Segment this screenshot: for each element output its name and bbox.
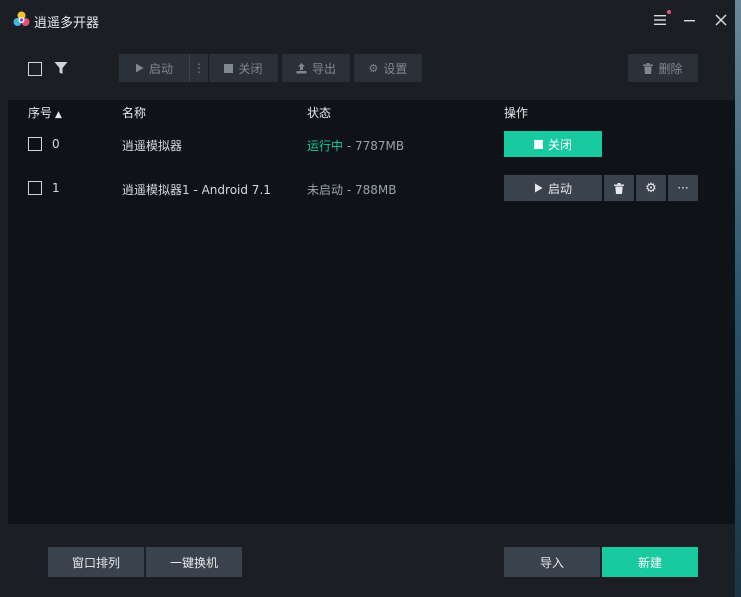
row-checkbox[interactable] [28,181,42,195]
row-close-label: 关闭 [547,137,572,152]
window-arrange-button[interactable]: 窗口排列 [48,547,144,577]
instance-table: 0 逍遥模拟器 运行中 - 7787MB 关闭 1 逍遥模拟器1 - Andro… [8,122,735,524]
footer-bar: 窗口排列 一键换机 导入 新建 [0,524,735,597]
column-header-ops: 操作 [504,106,529,120]
row-index: 0 [52,137,60,151]
stop-icon [224,63,234,73]
column-header-status: 状态 [307,106,332,120]
toolbar-delete-button[interactable]: 删除 [628,54,698,82]
import-button[interactable]: 导入 [504,547,600,577]
select-all-checkbox[interactable] [28,62,42,76]
close-icon[interactable] [711,10,731,30]
row-start-button[interactable]: 启动 [504,175,602,201]
toolbar-export-button[interactable]: 导出 [282,54,350,82]
row-close-button[interactable]: 关闭 [504,131,602,157]
status-running-text: 运行中 [307,139,344,153]
filter-icon[interactable] [54,61,68,75]
more-vertical-icon: ⋮ [193,61,205,75]
row-name: 逍遥模拟器1 - Android 7.1 [122,183,271,197]
row-status: 未启动 - 788MB [307,181,396,198]
trash-icon [614,182,624,194]
play-icon [534,183,543,193]
toolbar-export-label: 导出 [311,61,336,76]
row-checkbox[interactable] [28,137,42,151]
gear-icon: ⚙ [368,61,379,75]
status-memory-text: - 788MB [343,183,397,197]
title-bar[interactable]: 逍遥多开器 [0,0,735,40]
column-header-index-label: 序号 [28,106,53,120]
toolbar-settings-button[interactable]: ⚙ 设置 [354,54,422,82]
app-title: 逍遥多开器 [34,16,100,31]
gear-icon: ⚙ [645,180,657,196]
toolbar-delete-label: 删除 [658,61,683,76]
row-name: 逍遥模拟器 [122,139,183,153]
trash-icon [643,62,654,74]
toolbar-close-label: 关闭 [238,61,263,76]
new-instance-button[interactable]: 新建 [602,547,698,577]
sort-ascending-icon: ▲ [55,110,62,120]
status-stopped-text: 未启动 [307,183,344,197]
toolbar-more-button[interactable]: ⋮ [189,54,208,82]
notification-dot [667,10,671,14]
row-index: 1 [52,181,60,195]
row-delete-button[interactable] [604,175,634,201]
toolbar: 启动 ⋮ 关闭 导出 ⚙ 设置 删除 [0,40,735,97]
stop-icon [533,139,543,149]
table-header: 序号 ▲ 名称 状态 操作 [8,100,735,122]
export-icon [296,62,307,73]
one-click-switch-button[interactable]: 一键换机 [146,547,242,577]
play-icon [135,63,144,73]
more-horizontal-icon: ··· [677,181,689,195]
toolbar-close-button[interactable]: 关闭 [209,54,278,82]
status-memory-text: - 7787MB [343,139,405,153]
toolbar-start-button[interactable]: 启动 [119,54,189,82]
row-more-button[interactable]: ··· [668,175,698,201]
minimize-icon[interactable] [680,10,700,30]
table-row: 1 逍遥模拟器1 - Android 7.1 未启动 - 788MB 启动 ⚙ … [8,166,735,210]
app-window: 逍遥多开器 启动 ⋮ 关闭 导出 ⚙ 设置 删除 序号 ▲ 名称 状态 操作 0… [0,0,735,597]
toolbar-settings-label: 设置 [383,61,408,76]
app-logo-icon [13,11,30,26]
row-start-label: 启动 [547,181,572,196]
column-header-index[interactable]: 序号 ▲ [28,104,62,121]
row-settings-button[interactable]: ⚙ [636,175,666,201]
column-header-name: 名称 [122,106,147,120]
row-status: 运行中 - 7787MB [307,137,404,154]
toolbar-start-label: 启动 [148,61,173,76]
table-row: 0 逍遥模拟器 运行中 - 7787MB 关闭 [8,122,735,166]
